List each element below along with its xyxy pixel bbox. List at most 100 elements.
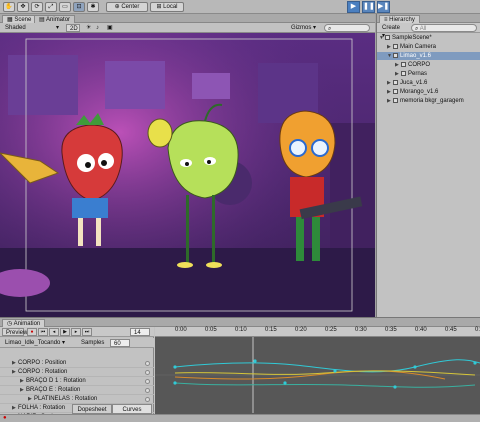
hierarchy-item[interactable]: ▶ Morango_v1.6 xyxy=(377,88,480,96)
create-dropdown[interactable]: Create ▾ xyxy=(379,24,407,39)
hand-tool-icon[interactable]: ✋ xyxy=(3,2,15,12)
mode-2d-toggle[interactable]: 2D xyxy=(66,24,80,32)
animation-controls: Preview ● ⏮ ◂ ▶ ▸ ⏭ 14 xyxy=(0,327,154,337)
preview-toggle[interactable]: Preview xyxy=(2,328,27,336)
gameobject-icon xyxy=(401,62,406,67)
prev-key-button[interactable]: ◂ xyxy=(49,328,59,336)
timeline-tick-label: 0:25 xyxy=(325,327,337,333)
pause-button[interactable]: ❚❚ xyxy=(362,1,375,13)
last-key-button[interactable]: ⏭ xyxy=(82,328,92,336)
prev-key-icon: ◂ xyxy=(52,329,56,335)
property-row[interactable]: ▶ BRAÇO D 1 : Rotation xyxy=(0,377,154,386)
timeline-tick-label: 0:45 xyxy=(445,327,457,333)
hierarchy-tab-strip: ≡ Hierarchy xyxy=(377,14,480,23)
record-button[interactable]: ● xyxy=(27,328,37,336)
timeline-tick-label: 0:40 xyxy=(415,327,427,333)
transform-tool-icon[interactable]: ⊡ xyxy=(73,2,85,12)
property-label: BRAÇO D 1 : Rotation xyxy=(26,378,86,384)
scene-viewport[interactable] xyxy=(0,33,375,317)
tab-scene[interactable]: ▦ Scene xyxy=(2,15,37,23)
custom-tool-icon[interactable]: ✱ xyxy=(87,2,99,12)
keyframe-toggle-icon[interactable] xyxy=(145,379,150,384)
hierarchy-item[interactable]: ▶ CORPO xyxy=(377,61,480,69)
property-label: CORPO : Rotation xyxy=(18,369,68,375)
scene-search-input[interactable]: ⌕ xyxy=(324,24,370,32)
play-icon: ▶ xyxy=(63,329,67,335)
audio-icon[interactable]: ♪ xyxy=(93,24,102,32)
timeline-tick-label: 0:00 xyxy=(175,327,187,333)
curves-area[interactable]: 0:00 0:05 0:10 0:15 0:20 0:25 0:30 0:35 0:40 0:45… xyxy=(155,327,480,422)
scale-tool-icon[interactable]: ⤢ xyxy=(45,2,57,12)
next-key-icon: ▸ xyxy=(74,329,78,335)
hierarchy-item-label: Main Camera xyxy=(400,44,437,50)
timeline-ruler[interactable]: 0:00 0:05 0:10 0:15 0:20 0:25 0:30 0:35 0:40 0:45… xyxy=(155,327,480,337)
hierarchy-item-label: CORPO xyxy=(408,62,431,68)
first-key-button[interactable]: ⏮ xyxy=(38,328,48,336)
timeline-tick-label: 0:50 xyxy=(475,327,480,333)
rotate-tool-icon[interactable]: ⟳ xyxy=(31,2,43,12)
property-row[interactable]: ▶ CORPO : Position xyxy=(0,359,154,368)
record-icon: ● xyxy=(30,329,34,335)
gameobject-icon xyxy=(393,98,398,103)
curve-cyan xyxy=(174,359,480,373)
keyframe-toggle-icon[interactable] xyxy=(145,370,150,375)
hierarchy-item-label: Morango_v1.6 xyxy=(400,89,439,95)
main-toolbar: ✋ ✥ ⟳ ⤢ ▭ ⊡ ✱ ⊕ Center ⊞ Local ▶ ❚❚ ▶❚ xyxy=(0,0,480,14)
property-row[interactable]: ▶ CORPO : Rotation xyxy=(0,368,154,377)
pivot-local-toggle[interactable]: ⊞ Local xyxy=(150,2,184,12)
frame-field[interactable]: 14 xyxy=(130,328,150,336)
gizmos-dropdown[interactable]: Gizmos ▾ xyxy=(288,24,320,32)
pivot-center-toggle[interactable]: ⊕ Center xyxy=(106,2,148,12)
curves-graph xyxy=(155,337,480,413)
clip-dropdown[interactable]: Limao_Idle_Tocando ▾ xyxy=(2,339,72,347)
tab-curves[interactable]: Curves xyxy=(112,404,152,414)
timeline-tick-label: 0:10 xyxy=(235,327,247,333)
keyframe-toggle-icon[interactable] xyxy=(145,388,150,393)
scene-icon xyxy=(385,35,390,40)
rect-tool-icon[interactable]: ▭ xyxy=(59,2,71,12)
last-key-icon: ⏭ xyxy=(84,329,90,335)
play-button[interactable]: ▶ xyxy=(347,1,360,13)
chevron-down-icon: ▾ xyxy=(55,25,59,31)
cymbal xyxy=(147,118,173,148)
hierarchy-search-input[interactable]: ⌕ All xyxy=(411,24,477,32)
hierarchy-item[interactable]: ▶ Pernas xyxy=(377,70,480,78)
step-button[interactable]: ▶❚ xyxy=(377,1,390,13)
animation-panel: ◷ Animation Preview ● ⏮ ◂ ▶ ▸ ⏭ 14 Limao… xyxy=(0,317,480,422)
hierarchy-item-label: memoria bkgr_garagem xyxy=(400,98,464,104)
effects-icon[interactable]: ▣ xyxy=(104,24,116,32)
tab-animation[interactable]: ◷ Animation xyxy=(2,319,46,327)
move-tool-icon[interactable]: ✥ xyxy=(17,2,29,12)
tab-hierarchy[interactable]: ≡ Hierarchy xyxy=(379,15,420,23)
gameobject-icon xyxy=(393,44,398,49)
property-label: PLATINELAS : Rotation xyxy=(34,396,98,402)
scene-illustration xyxy=(0,33,375,317)
hierarchy-item[interactable]: ▶ Juca_v1.6 xyxy=(377,79,480,87)
cabinet xyxy=(192,73,230,99)
clip-bar: Limao_Idle_Tocando ▾ Samples 60 xyxy=(0,338,154,348)
hierarchy-toolbar: Create ▾ ⌕ All xyxy=(377,23,480,39)
play-icon: ▶ xyxy=(350,3,357,10)
hierarchy-item[interactable]: ▼ Limao_v1.6 xyxy=(377,52,480,60)
timeline-tick-label: 0:35 xyxy=(385,327,397,333)
samples-field[interactable]: 60 xyxy=(110,339,130,347)
hierarchy-panel: ≡ Hierarchy Create ▾ ⌕ All ▼ SampleScene*… xyxy=(376,14,480,317)
next-key-button[interactable]: ▸ xyxy=(71,328,81,336)
scene-tab-strip: ▦ Scene ▤ Animator xyxy=(0,14,375,23)
play-anim-button[interactable]: ▶ xyxy=(60,328,70,336)
samples-label: Samples xyxy=(81,340,105,346)
curve-teal xyxy=(174,382,476,388)
keyframe-toggle-icon[interactable] xyxy=(145,361,150,366)
property-row[interactable]: ▶ PLATINELAS : Rotation xyxy=(0,395,154,404)
tab-animator[interactable]: ▤ Animator xyxy=(34,15,76,23)
property-label: CORPO : Position xyxy=(18,360,67,366)
shelf-left xyxy=(8,55,78,115)
property-row[interactable]: ▶ BRAÇO E : Rotation xyxy=(0,386,154,395)
keyframe-toggle-icon[interactable] xyxy=(145,397,150,402)
shading-mode-dropdown[interactable]: Shaded ▾ xyxy=(2,24,62,32)
hierarchy-item[interactable]: ▼ SampleScene* xyxy=(377,34,480,42)
hierarchy-item-label: Pernas xyxy=(408,71,428,77)
hierarchy-item[interactable]: ▶ Main Camera xyxy=(377,43,480,51)
tab-dopesheet[interactable]: Dopesheet xyxy=(72,404,112,414)
hierarchy-item[interactable]: ▶ memoria bkgr_garagem xyxy=(377,97,480,105)
